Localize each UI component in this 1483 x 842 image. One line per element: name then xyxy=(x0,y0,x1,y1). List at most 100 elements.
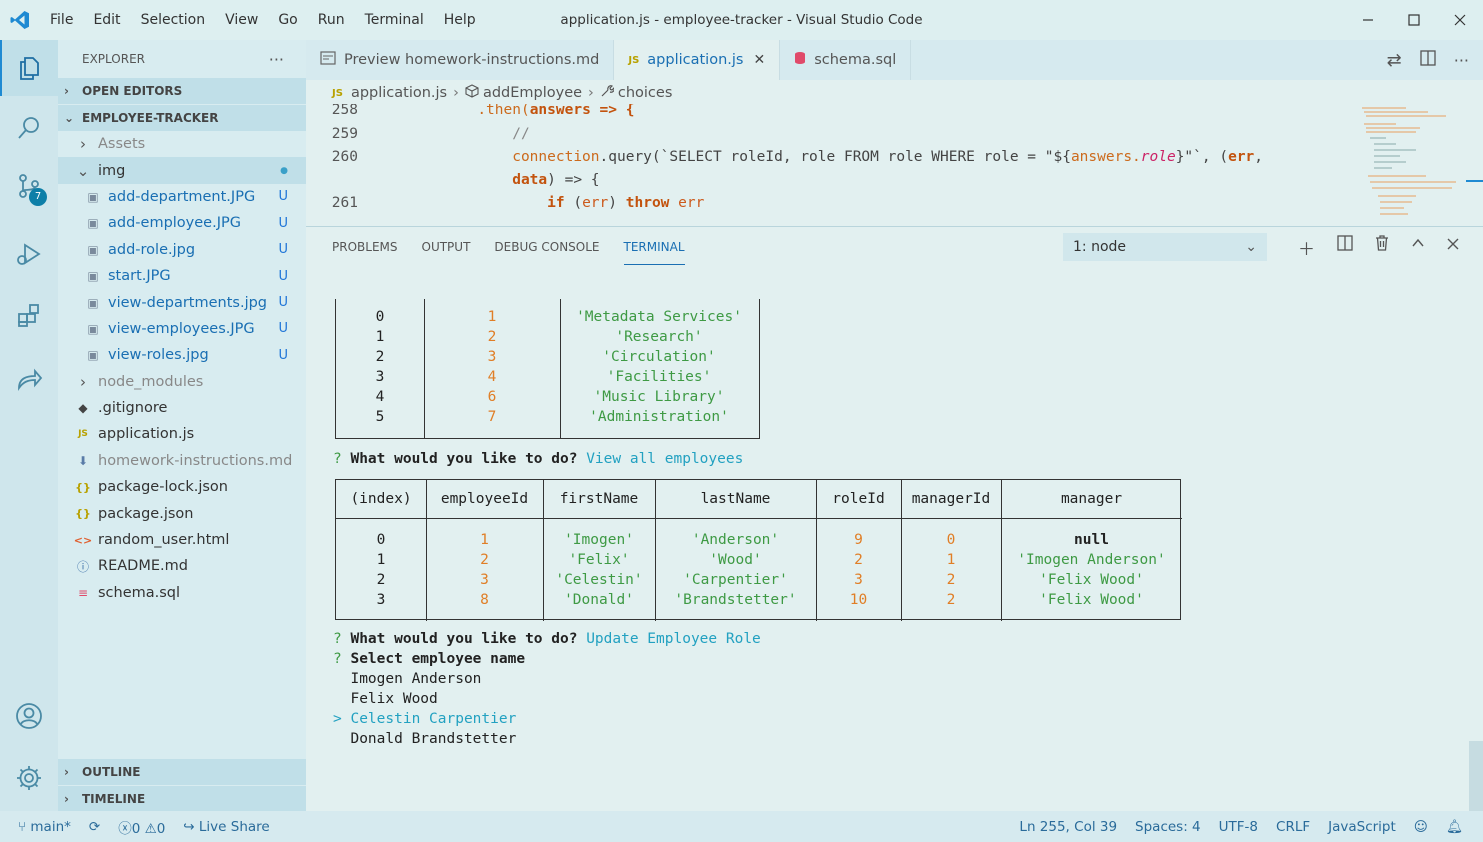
compare-changes-icon[interactable]: ⇄ xyxy=(1387,50,1402,71)
tree-item[interactable]: {} package.json xyxy=(58,500,306,526)
tab-debug-console[interactable]: DEBUG CONSOLE xyxy=(494,239,599,265)
code-editor[interactable]: 258 .then(answers => { 259 // 260 connec… xyxy=(306,104,1356,224)
menu-file[interactable]: File xyxy=(40,0,83,40)
live-share-status[interactable]: ↪ Live Share xyxy=(183,819,269,835)
tree-item[interactable]: ▣ view-departments.jpg U xyxy=(58,289,306,315)
run-debug-icon[interactable] xyxy=(0,226,58,282)
code-token: answers. xyxy=(1070,149,1141,165)
notifications-bell-icon[interactable]: 🔔︎ xyxy=(1446,819,1463,835)
terminal-scrollbar[interactable] xyxy=(1469,741,1483,811)
tree-item[interactable]: {} package-lock.json xyxy=(58,474,306,500)
json-file-icon: {} xyxy=(75,507,91,521)
choice-item: Felix Wood xyxy=(333,689,437,709)
menu-go[interactable]: Go xyxy=(268,0,307,40)
menu-selection[interactable]: Selection xyxy=(131,0,216,40)
tree-item[interactable]: ▣ add-department.JPG U xyxy=(58,184,306,210)
account-icon[interactable] xyxy=(0,688,58,744)
tree-item-label: add-role.jpg xyxy=(108,241,196,258)
project-section[interactable]: ⌄ EMPLOYEE-TRACKER xyxy=(58,105,306,131)
source-control-icon[interactable]: 7 xyxy=(0,158,58,214)
split-editor-icon[interactable] xyxy=(1420,49,1436,71)
extensions-icon[interactable] xyxy=(0,288,58,344)
new-terminal-icon[interactable]: ＋ xyxy=(1298,235,1315,260)
live-share-icon: ↪ xyxy=(183,818,195,835)
terminal-line: ? What would you like to do? Update Empl… xyxy=(333,629,761,649)
indentation[interactable]: Spaces: 4 xyxy=(1135,819,1201,835)
breadcrumb-file[interactable]: application.js xyxy=(351,85,447,101)
tree-item[interactable]: › node_modules xyxy=(58,369,306,395)
trash-icon[interactable] xyxy=(1375,235,1389,260)
status-bar: ⑂ main* ⟳ ⓧ0 ⚠0 ↪ Live Share Ln 255, Col… xyxy=(0,811,1483,842)
sync-icon[interactable]: ⟳ xyxy=(89,819,100,835)
tree-item[interactable]: › Assets xyxy=(58,131,306,157)
table-cell: 3 xyxy=(480,572,489,588)
tree-item[interactable]: ⌄ img ● xyxy=(58,157,306,184)
close-window-button[interactable] xyxy=(1437,0,1483,40)
menu-help[interactable]: Help xyxy=(434,0,486,40)
problems-status[interactable]: ⓧ0 ⚠0 xyxy=(118,817,165,837)
tab-application-js[interactable]: JS application.js ✕ xyxy=(614,40,781,80)
close-panel-icon[interactable] xyxy=(1447,235,1459,260)
table-cell: 1 xyxy=(375,329,385,345)
chevron-up-icon[interactable] xyxy=(1411,235,1425,260)
more-actions-icon[interactable]: ··· xyxy=(269,50,284,69)
minimize-button[interactable] xyxy=(1345,0,1391,40)
tree-item[interactable]: ⓘ README.md xyxy=(58,553,306,579)
branch-status[interactable]: ⑂ main* xyxy=(18,819,71,835)
feedback-icon[interactable]: ☺ xyxy=(1414,819,1428,835)
chevron-right-icon: › xyxy=(453,85,459,101)
settings-gear-icon[interactable] xyxy=(0,750,58,806)
open-editors-section[interactable]: › OPEN EDITORS xyxy=(58,78,306,104)
breadcrumb-symbol[interactable]: choices xyxy=(618,85,673,101)
table-header-cell: (index) xyxy=(350,491,412,507)
language-mode[interactable]: JavaScript xyxy=(1328,819,1396,835)
chevron-right-icon: › xyxy=(80,135,86,154)
timeline-section[interactable]: › TIMELINE xyxy=(58,786,306,812)
departments-table: 0 1 'Metadata Services' 1 2 'Research' 2 3 'Circ… xyxy=(335,299,760,439)
tree-item-label: img xyxy=(98,162,126,179)
tab-terminal[interactable]: TERMINAL xyxy=(623,239,685,265)
outline-section[interactable]: › OUTLINE xyxy=(58,759,306,785)
tab-output[interactable]: OUTPUT xyxy=(422,239,471,265)
menu-edit[interactable]: Edit xyxy=(83,0,130,40)
maximize-button[interactable] xyxy=(1391,0,1437,40)
tree-item-label: package-lock.json xyxy=(98,479,228,496)
split-terminal-icon[interactable] xyxy=(1337,235,1353,260)
cursor-position[interactable]: Ln 255, Col 39 xyxy=(1019,819,1117,835)
menu-view[interactable]: View xyxy=(215,0,268,40)
table-cell: 'Celestin' xyxy=(555,572,643,588)
tab-preview-instructions[interactable]: Preview homework-instructions.md xyxy=(306,40,615,80)
prompt-text: What would you like to do? xyxy=(350,451,578,467)
tree-item[interactable]: ≡ schema.sql xyxy=(58,580,306,606)
live-share-icon[interactable] xyxy=(0,352,58,408)
minimap[interactable] xyxy=(1356,104,1483,224)
line-endings[interactable]: CRLF xyxy=(1276,819,1310,835)
tree-item[interactable]: JS application.js xyxy=(58,421,306,447)
breadcrumb-symbol[interactable]: addEmployee xyxy=(483,85,582,101)
tab-schema-sql[interactable]: schema.sql xyxy=(780,40,912,80)
table-cell: 9 xyxy=(854,532,863,548)
tree-item[interactable]: <> random_user.html xyxy=(58,527,306,553)
tree-item[interactable]: ▣ view-employees.JPG U xyxy=(58,316,306,342)
menu-run[interactable]: Run xyxy=(308,0,355,40)
tree-item[interactable]: ▣ view-roles.jpg U xyxy=(58,342,306,368)
code-token: answers xyxy=(529,104,591,118)
explorer-icon[interactable] xyxy=(0,40,58,96)
tree-item[interactable]: ⬇ homework-instructions.md xyxy=(58,448,306,474)
tree-item-label: README.md xyxy=(98,558,188,575)
terminal-select[interactable]: 1: node ⌄ xyxy=(1063,233,1267,261)
encoding[interactable]: UTF-8 xyxy=(1219,819,1258,835)
tree-item[interactable]: ◆ .gitignore xyxy=(58,395,306,421)
close-tab-icon[interactable]: ✕ xyxy=(753,52,765,68)
menu-terminal[interactable]: Terminal xyxy=(355,0,434,40)
table-cell: 'Facilities' xyxy=(606,369,712,385)
vscode-logo-icon xyxy=(0,0,40,40)
table-cell: 'Carpentier' xyxy=(683,572,788,588)
tab-problems[interactable]: PROBLEMS xyxy=(332,239,398,265)
search-icon[interactable] xyxy=(0,100,58,156)
tree-item[interactable]: ▣ add-role.jpg U xyxy=(58,237,306,263)
tree-item[interactable]: ▣ start.JPG U xyxy=(58,263,306,289)
tree-item[interactable]: ▣ add-employee.JPG U xyxy=(58,210,306,236)
table-cell: 2 xyxy=(480,552,489,568)
more-actions-icon[interactable]: ··· xyxy=(1454,51,1469,70)
